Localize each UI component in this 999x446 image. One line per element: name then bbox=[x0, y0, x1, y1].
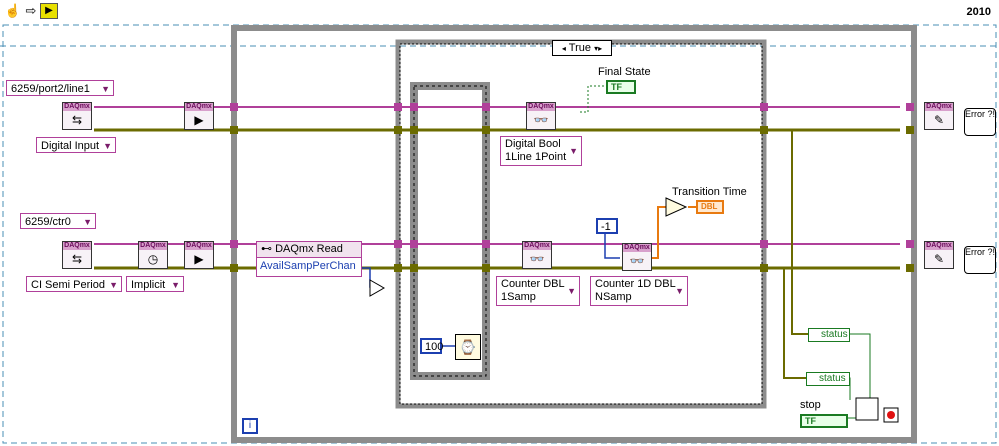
status-unbundle-1[interactable]: status bbox=[808, 328, 850, 342]
error-handler-1[interactable]: Error ?! bbox=[964, 108, 996, 136]
implicit-control[interactable]: Implicit ▼ bbox=[126, 276, 184, 292]
stop-button-terminal[interactable]: TF bbox=[800, 414, 848, 428]
minus-one-constant[interactable]: -1 bbox=[596, 218, 618, 234]
key-icon: ⊷ bbox=[261, 243, 272, 255]
create-channel-icon: ⇆ bbox=[71, 252, 83, 266]
daqmx-timing-vi[interactable]: DAQmx ◷ bbox=[138, 241, 168, 269]
tunnel bbox=[394, 240, 402, 248]
error-wire-branch-1 bbox=[791, 130, 808, 335]
digital-bool-polymorphic[interactable]: Digital Bool 1Line 1Point ▼ bbox=[500, 136, 582, 166]
daqmx-read-vi-2[interactable]: DAQmx 👓 bbox=[522, 241, 552, 269]
tunnel bbox=[482, 264, 490, 272]
glasses-icon: 👓 bbox=[529, 252, 545, 266]
version-label: 2010 bbox=[966, 6, 991, 18]
read-node-header: ⊷ DAQmx Read bbox=[257, 242, 361, 258]
daqmx-read-vi-3[interactable]: DAQmx 👓 bbox=[622, 243, 652, 271]
ctr-channel-control[interactable]: 6259/ctr0 ▼ bbox=[20, 213, 96, 229]
tunnel bbox=[230, 240, 238, 248]
tunnel bbox=[760, 126, 768, 134]
tunnel bbox=[760, 264, 768, 272]
tunnel bbox=[482, 103, 490, 111]
daqmx-create-channel-vi-1[interactable]: DAQmx ⇆ bbox=[62, 102, 92, 130]
tunnel bbox=[394, 103, 402, 111]
counter-1d-dbl-polymorphic[interactable]: Counter 1D DBL NSamp ▼ bbox=[590, 276, 688, 306]
tunnel bbox=[482, 240, 490, 248]
case-selector-label: True bbox=[568, 42, 591, 54]
dropdown-arrow-icon[interactable]: ▼ bbox=[83, 214, 92, 230]
toolbar: ☝ ⇨ ▶ 2010 bbox=[0, 0, 999, 22]
arrow-right-icon[interactable]: ⇨ bbox=[22, 3, 40, 19]
daqmx-clear-vi-1[interactable]: DAQmx ✎ bbox=[924, 102, 954, 130]
eraser-icon: ✎ bbox=[933, 252, 945, 266]
glasses-icon: 👓 bbox=[533, 113, 549, 127]
daqmx-create-channel-vi-2[interactable]: DAQmx ⇆ bbox=[62, 241, 92, 269]
daqmx-clear-vi-2[interactable]: DAQmx ✎ bbox=[924, 241, 954, 269]
tunnel bbox=[230, 126, 238, 134]
transition-time-label: Transition Time bbox=[672, 186, 747, 198]
line-channel-control[interactable]: 6259/port2/line1 ▼ bbox=[6, 80, 114, 96]
dropdown-arrow-icon[interactable]: ▼ bbox=[675, 285, 684, 298]
tunnel bbox=[230, 264, 238, 272]
final-state-indicator[interactable]: TF bbox=[606, 80, 636, 94]
case-prev-icon[interactable]: ◂ bbox=[562, 44, 566, 53]
tunnel bbox=[410, 264, 418, 272]
create-channel-icon: ⇆ bbox=[71, 113, 83, 127]
status-unbundle-2[interactable]: status bbox=[806, 372, 850, 386]
tunnel bbox=[394, 264, 402, 272]
dropdown-arrow-icon[interactable]: ▼ bbox=[109, 277, 118, 293]
tunnel bbox=[394, 126, 402, 134]
eraser-icon: ✎ bbox=[933, 113, 945, 127]
compare-node bbox=[369, 279, 386, 297]
dropdown-arrow-icon[interactable]: ▼ bbox=[101, 81, 110, 97]
start-icon: ▶ bbox=[194, 252, 204, 266]
daqmx-start-vi-2[interactable]: DAQmx ▶ bbox=[184, 241, 214, 269]
ci-semi-period-control[interactable]: CI Semi Period ▼ bbox=[26, 276, 122, 292]
run-arrow-icon[interactable]: ▶ bbox=[40, 3, 58, 19]
error-wire-branch-2 bbox=[783, 268, 806, 379]
error-handler-2[interactable]: Error ?! bbox=[964, 246, 996, 274]
tunnel bbox=[906, 103, 914, 111]
wait-ms-icon[interactable]: ⌚ bbox=[455, 334, 481, 360]
block-diagram: ◂ True ▾▸ 6259/port2/line1 ▼ Digital Inpu… bbox=[0, 22, 999, 446]
dropdown-arrow-icon[interactable]: ▼ bbox=[171, 277, 180, 293]
tunnel bbox=[410, 240, 418, 248]
tunnel bbox=[410, 103, 418, 111]
transition-time-indicator[interactable]: DBL bbox=[696, 200, 724, 214]
counter-dbl-polymorphic[interactable]: Counter DBL 1Samp ▼ bbox=[496, 276, 580, 306]
hand-icon[interactable]: ☝ bbox=[4, 3, 22, 19]
tunnel bbox=[482, 126, 490, 134]
glasses-icon: 👓 bbox=[629, 254, 645, 268]
stop-terminal-dot bbox=[887, 411, 895, 419]
dropdown-arrow-icon[interactable]: ▼ bbox=[569, 145, 578, 158]
loop-iteration-terminal: i bbox=[242, 418, 258, 434]
tunnel bbox=[230, 103, 238, 111]
clock-icon: ◷ bbox=[147, 252, 159, 266]
case-next-icon[interactable]: ▾▸ bbox=[594, 44, 602, 53]
avail-samp-property[interactable]: AvailSampPerChan bbox=[257, 258, 361, 274]
tunnel bbox=[410, 126, 418, 134]
status-wire-1 bbox=[850, 333, 871, 401]
case-selector[interactable]: ◂ True ▾▸ bbox=[552, 40, 612, 56]
or-node bbox=[855, 397, 879, 421]
wait-ms-constant[interactable]: 100 bbox=[420, 338, 443, 354]
tunnel bbox=[906, 126, 914, 134]
daqmx-read-property-node[interactable]: ⊷ DAQmx Read AvailSampPerChan bbox=[256, 241, 362, 277]
bool-wire bbox=[580, 85, 606, 113]
tunnel bbox=[906, 240, 914, 248]
tunnel bbox=[760, 103, 768, 111]
final-state-label: Final State bbox=[598, 66, 651, 78]
digital-input-control[interactable]: Digital Input ▼ bbox=[36, 137, 116, 153]
tunnel bbox=[760, 240, 768, 248]
sum-node bbox=[665, 197, 688, 217]
dropdown-arrow-icon[interactable]: ▼ bbox=[103, 138, 112, 154]
daqmx-start-vi-1[interactable]: DAQmx ▶ bbox=[184, 102, 214, 130]
tunnel bbox=[906, 264, 914, 272]
start-icon: ▶ bbox=[194, 113, 204, 127]
daqmx-read-vi-1[interactable]: DAQmx 👓 bbox=[526, 102, 556, 130]
stop-label: stop bbox=[800, 399, 821, 411]
dropdown-arrow-icon[interactable]: ▼ bbox=[567, 285, 576, 298]
